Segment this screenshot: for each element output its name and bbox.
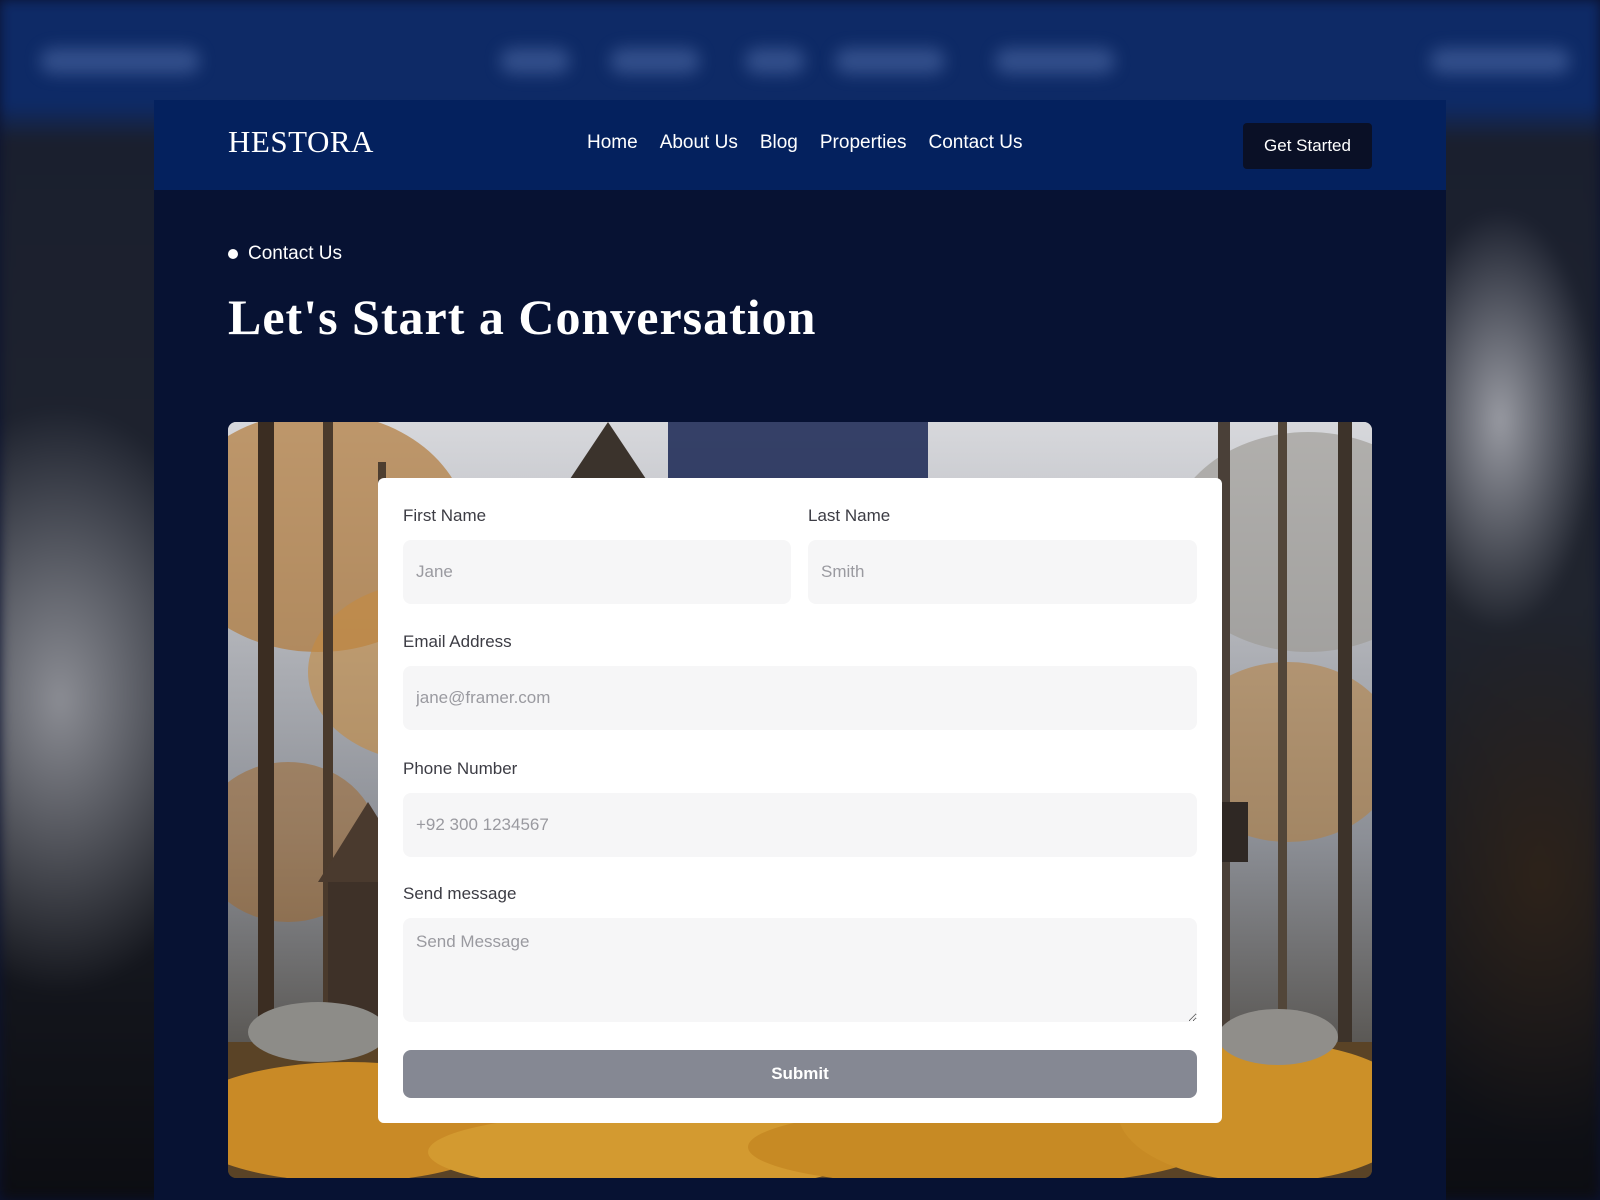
contact-form: First Name Last Name Email Address Phone… [378,478,1222,1123]
nav-properties[interactable]: Properties [820,132,907,154]
last-name-label: Last Name [808,506,891,525]
nav-contact-us[interactable]: Contact Us [928,132,1022,154]
forest-cabin-image: First Name Last Name Email Address Phone… [228,422,1372,1178]
dot-icon [228,249,238,259]
blurred-cta [1430,48,1570,74]
last-name-input[interactable] [808,540,1197,604]
blurred-nav-item [610,48,700,74]
breadcrumb-label: Contact Us [248,243,342,264]
page-title: Let's Start a Conversation [228,289,817,345]
submit-button[interactable]: Submit [403,1050,1197,1098]
breadcrumb: Contact Us [228,243,342,265]
message-label: Send message [403,884,517,903]
get-started-button[interactable]: Get Started [1243,123,1372,169]
phone-label: Phone Number [403,759,518,778]
blurred-nav-item [835,48,945,74]
email-field[interactable] [403,666,1197,730]
email-label: Email Address [403,632,512,651]
nav-links: Home About Us Blog Properties Contact Us [587,132,1022,154]
message-textarea[interactable] [403,918,1197,1022]
first-name-label: First Name [403,506,487,525]
navbar: HESTORA Home About Us Blog Properties Co… [154,100,1446,190]
phone-field[interactable] [403,793,1197,857]
blurred-nav-item [745,48,805,74]
first-name-input[interactable] [403,540,791,604]
nav-home[interactable]: Home [587,132,638,154]
blurred-nav-item [500,48,570,74]
blurred-nav-item [995,48,1115,74]
nav-blog[interactable]: Blog [760,132,798,154]
contact-modal: HESTORA Home About Us Blog Properties Co… [154,100,1446,1200]
logo[interactable]: HESTORA [228,124,374,160]
blurred-logo [40,48,200,74]
nav-about-us[interactable]: About Us [660,132,738,154]
